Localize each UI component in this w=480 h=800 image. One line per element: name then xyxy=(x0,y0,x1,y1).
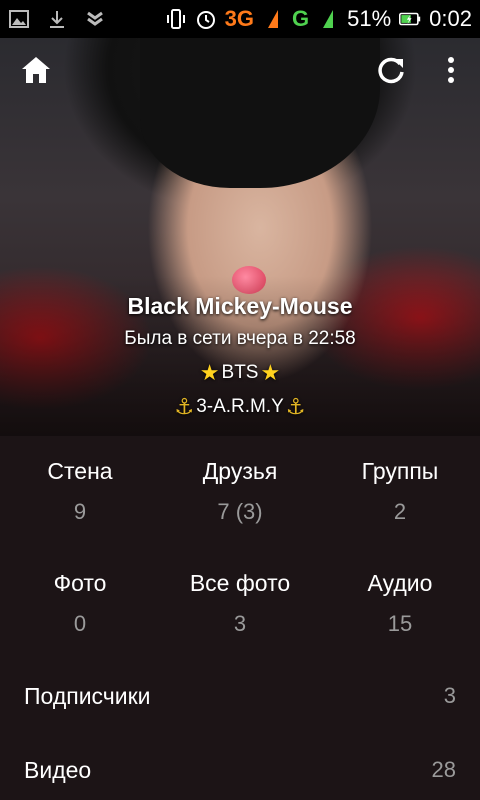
profile-name: Black Mickey-Mouse xyxy=(127,293,353,319)
counter-value: 3 xyxy=(233,611,247,636)
network-g-indicator: G xyxy=(292,6,310,31)
network-3g-indicator: 3G xyxy=(224,6,254,31)
counter-label: Стена xyxy=(47,458,113,484)
more-vert-icon xyxy=(448,57,454,83)
signal-icon xyxy=(262,8,284,30)
vibrate-icon xyxy=(165,8,187,30)
counter-label: Фото xyxy=(53,570,107,596)
star-icon: ★ xyxy=(199,360,220,385)
counter-value: 9 xyxy=(73,499,87,524)
counter-value: 2 xyxy=(393,499,407,524)
profile-status-line-2: ⚓ 3-A.R.M.Y ⚓ xyxy=(0,394,480,420)
counter-friends[interactable]: Друзья 7 (3) xyxy=(160,436,320,548)
signal-icon-2 xyxy=(317,8,339,30)
counter-all-photos[interactable]: Все фото 3 xyxy=(160,548,320,660)
profile-line-1-text: BTS xyxy=(221,362,259,383)
counter-value: 7 (3) xyxy=(217,499,263,524)
counter-photos[interactable]: Фото 0 xyxy=(0,548,160,660)
counter-value: 0 xyxy=(73,611,87,636)
profile-line-2-text: 3-A.R.M.Y xyxy=(196,396,284,417)
battery-icon xyxy=(399,8,421,30)
profile-status-line-1: ★ BTS ★ xyxy=(0,360,480,386)
profile-info: Black Mickey-Mouse Была в сети вчера в 2… xyxy=(0,293,480,428)
row-label: Видео xyxy=(24,756,92,783)
counter-label: Друзья xyxy=(202,458,278,484)
counter-label: Аудио xyxy=(367,570,433,596)
refresh-icon xyxy=(378,57,404,84)
counter-groups[interactable]: Группы 2 xyxy=(320,436,480,548)
home-button[interactable] xyxy=(16,50,56,90)
gallery-notification-icon xyxy=(8,8,30,30)
row-label: Подписчики xyxy=(24,682,151,709)
online-status: Была в сети вчера в 22:58 xyxy=(124,328,356,349)
row-value: 28 xyxy=(431,757,456,782)
clock: 0:02 xyxy=(429,6,472,31)
anchor-icon: ⚓ xyxy=(285,394,306,419)
refresh-button[interactable] xyxy=(371,50,411,90)
counter-audio[interactable]: Аудио 15 xyxy=(320,548,480,660)
photo-hair-shape xyxy=(140,38,380,188)
profile-counters: Стена 9 Друзья 7 (3) Группы 2 Фото 0 Все… xyxy=(0,436,480,660)
counter-label: Все фото xyxy=(189,570,291,596)
app-notification-icon xyxy=(84,8,106,30)
counter-wall[interactable]: Стена 9 xyxy=(0,436,160,548)
home-icon xyxy=(22,57,50,83)
profile-cover-photo: Black Mickey-Mouse Была в сети вчера в 2… xyxy=(0,38,480,436)
row-value: 3 xyxy=(443,683,456,708)
alarm-icon xyxy=(195,8,217,30)
overflow-menu-button[interactable] xyxy=(431,50,471,90)
status-bar: 3G G 51% 0:02 xyxy=(0,0,480,38)
counter-value: 15 xyxy=(387,611,413,636)
row-subscribers[interactable]: Подписчики 3 xyxy=(0,666,480,726)
row-video[interactable]: Видео 28 xyxy=(0,740,480,800)
anchor-icon: ⚓ xyxy=(174,394,195,419)
star-icon: ★ xyxy=(260,360,281,385)
download-notification-icon xyxy=(46,8,68,30)
counter-label: Группы xyxy=(361,458,439,484)
battery-percent: 51% xyxy=(347,6,392,31)
